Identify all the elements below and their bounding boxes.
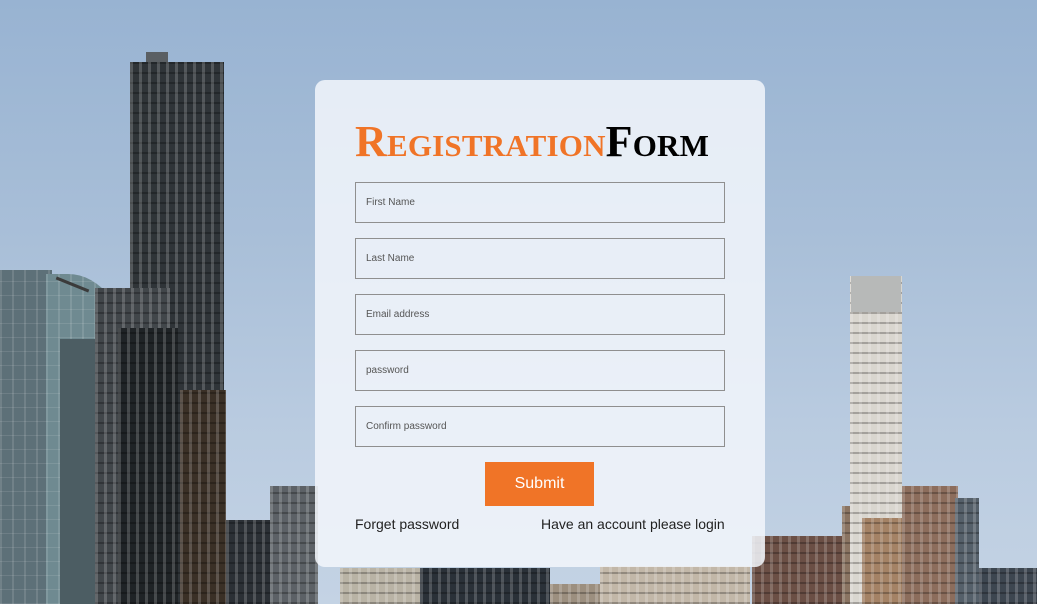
forget-password-link[interactable]: Forget password (355, 516, 459, 532)
building (118, 328, 178, 604)
building (902, 486, 958, 604)
registration-card: RegistrationForm Submit Forget password … (315, 80, 765, 567)
building (600, 566, 750, 604)
building (340, 568, 422, 604)
building (862, 518, 904, 604)
form-title-registration: Registration (355, 117, 606, 166)
building (550, 584, 600, 604)
building (420, 568, 550, 604)
building (979, 568, 1037, 604)
password-input[interactable] (355, 350, 725, 391)
submit-button[interactable]: Submit (485, 462, 594, 506)
building (851, 276, 901, 312)
first-name-input[interactable] (355, 182, 725, 223)
building (270, 486, 318, 604)
confirm-password-input[interactable] (355, 406, 725, 447)
login-link[interactable]: Have an account please login (541, 516, 725, 532)
building (955, 498, 979, 604)
building (180, 390, 226, 604)
email-input[interactable] (355, 294, 725, 335)
form-title: RegistrationForm (355, 118, 709, 166)
antenna (146, 52, 168, 62)
building (0, 270, 52, 604)
last-name-input[interactable] (355, 238, 725, 279)
building (752, 536, 842, 604)
form-title-form: Form (605, 117, 710, 166)
